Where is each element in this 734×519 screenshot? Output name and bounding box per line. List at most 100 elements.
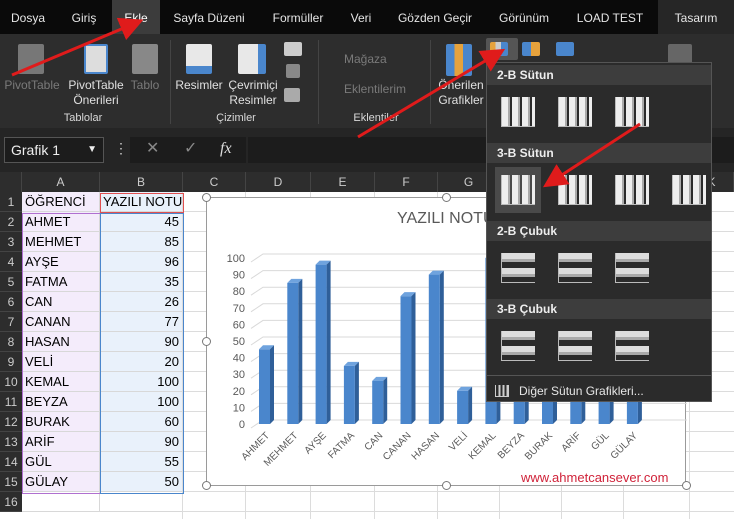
row-header[interactable]: 11 [0, 392, 22, 412]
row-header[interactable]: 8 [0, 332, 22, 352]
column-chart-dropdown: 2-B Sütun 3-B Sütun 2-B Çubuk 3-B Çubuk … [486, 62, 712, 402]
y-tick-label: 30 [233, 369, 245, 381]
row-header[interactable]: 16 [0, 492, 22, 512]
tab-load-test[interactable]: LOAD TEST [570, 0, 650, 34]
label: PivotTable [68, 78, 124, 92]
enter-icon[interactable]: ✓ [184, 137, 197, 161]
tab-gorunum[interactable]: Görünüm [490, 0, 558, 34]
more-options-icon[interactable]: ⋮ [114, 140, 128, 157]
pictures-icon [186, 44, 212, 74]
section-3d-bar: 3-B Çubuk [487, 299, 711, 319]
online-pictures-icon [238, 44, 266, 74]
resize-handle[interactable] [202, 337, 211, 346]
column-header-C[interactable]: C [183, 172, 246, 192]
row-header[interactable]: 5 [0, 272, 22, 292]
bar-side [439, 270, 444, 424]
2d-bar-chart-option-2[interactable] [552, 245, 598, 291]
pictures-button[interactable]: Resimler [174, 78, 224, 93]
row-header[interactable]: 2 [0, 212, 22, 232]
fx-icon[interactable]: fx [220, 137, 232, 161]
waterfall-chart-icon[interactable] [556, 42, 574, 56]
name-box[interactable]: Grafik 1 ▼ [4, 137, 104, 163]
resize-handle[interactable] [442, 193, 451, 202]
row-header[interactable]: 4 [0, 252, 22, 272]
tab-ekle[interactable]: Ekle [112, 0, 160, 34]
3d-bar-chart-option-3[interactable] [609, 323, 655, 369]
tab-veri[interactable]: Veri [342, 0, 380, 34]
screenshot-icon[interactable] [284, 88, 300, 102]
resize-handle[interactable] [682, 481, 691, 490]
row-header[interactable]: 15 [0, 472, 22, 492]
cell-A16[interactable] [22, 492, 100, 512]
3d-bar-chart-option-1[interactable] [495, 323, 541, 369]
3d-chart-option-1[interactable] [495, 167, 541, 213]
section-3d-column: 3-B Sütun [487, 143, 711, 163]
store-button[interactable]: Mağaza [326, 52, 396, 67]
my-addins-button[interactable]: Eklentilerim [326, 82, 426, 97]
row-header[interactable]: 12 [0, 412, 22, 432]
table-button[interactable]: Tablo [128, 78, 162, 93]
hierarchy-chart-icon[interactable] [522, 42, 540, 56]
cell-A1[interactable]: ÖĞRENCİ [22, 192, 100, 212]
series-name-range [100, 193, 184, 213]
name-box-value: Grafik 1 [11, 142, 61, 158]
y-tick-label: 40 [233, 353, 245, 365]
resize-handle[interactable] [442, 481, 451, 490]
row-header[interactable]: 6 [0, 292, 22, 312]
recommended-pivottables-button[interactable]: PivotTable Önerileri [62, 78, 130, 108]
column-header-B[interactable]: B [100, 172, 183, 192]
tab-gozden-gecir[interactable]: Gözden Geçir [392, 0, 478, 34]
tab-dosya[interactable]: Dosya [4, 0, 52, 34]
column-header-D[interactable]: D [246, 172, 311, 192]
values-range [100, 213, 184, 494]
row-header[interactable]: 9 [0, 352, 22, 372]
pivottable-recommend-icon [84, 44, 108, 74]
bar [287, 282, 299, 424]
shapes-icon[interactable] [284, 42, 302, 56]
resize-handle[interactable] [202, 193, 211, 202]
watermark: www.ahmetcansever.com [521, 470, 669, 485]
column-header-E[interactable]: E [311, 172, 375, 192]
column-header-A[interactable]: A [22, 172, 100, 192]
pivottable-icon [18, 44, 44, 74]
x-tick-label: BURAK [523, 430, 555, 462]
2d-chart-option-3[interactable] [609, 89, 655, 135]
row-header[interactable]: 3 [0, 232, 22, 252]
2d-bar-chart-option-3[interactable] [609, 245, 655, 291]
3d-chart-option-4[interactable] [666, 167, 712, 213]
tab-sayfa-duzeni[interactable]: Sayfa Düzeni [166, 0, 252, 34]
label: Grafikler [438, 93, 484, 107]
cancel-icon[interactable]: ✕ [146, 137, 159, 161]
row-header[interactable]: 13 [0, 432, 22, 452]
cell-B16[interactable] [100, 492, 183, 512]
smartart-icon[interactable] [286, 64, 300, 78]
map-chart-icon[interactable] [668, 44, 692, 64]
2d-bar-chart-option-1[interactable] [495, 245, 541, 291]
tab-tasarim[interactable]: Tasarım [658, 0, 734, 34]
online-pictures-button[interactable]: Çevrimiçi Resimler [226, 78, 280, 108]
2d-chart-option-1[interactable] [495, 89, 541, 135]
more-column-charts[interactable]: Diğer Sütun Grafikleri... [487, 381, 711, 401]
x-tick-label: BEYZA [496, 430, 527, 461]
chevron-down-icon[interactable]: ▼ [87, 138, 97, 162]
formula-buttons: ✕ ✓ fx [130, 137, 246, 163]
tab-giris[interactable]: Giriş [62, 0, 106, 34]
y-tick-label: 60 [233, 319, 245, 331]
row-header[interactable]: 14 [0, 452, 22, 472]
row-header[interactable]: 7 [0, 312, 22, 332]
3d-chart-option-3[interactable] [609, 167, 655, 213]
table-icon [132, 44, 158, 74]
select-all[interactable] [0, 172, 22, 192]
bar [428, 274, 440, 424]
resize-handle[interactable] [202, 481, 211, 490]
row-header[interactable]: 1 [0, 192, 22, 212]
y-tick-label: 90 [233, 270, 245, 282]
pivottable-button[interactable]: PivotTable [2, 78, 62, 93]
recommended-charts-button[interactable]: Önerilen Grafikler [436, 78, 486, 108]
2d-chart-option-2[interactable] [552, 89, 598, 135]
column-header-F[interactable]: F [375, 172, 438, 192]
tab-formuller[interactable]: Formüller [264, 0, 332, 34]
3d-chart-option-2[interactable] [552, 167, 598, 213]
row-header[interactable]: 10 [0, 372, 22, 392]
3d-bar-chart-option-2[interactable] [552, 323, 598, 369]
